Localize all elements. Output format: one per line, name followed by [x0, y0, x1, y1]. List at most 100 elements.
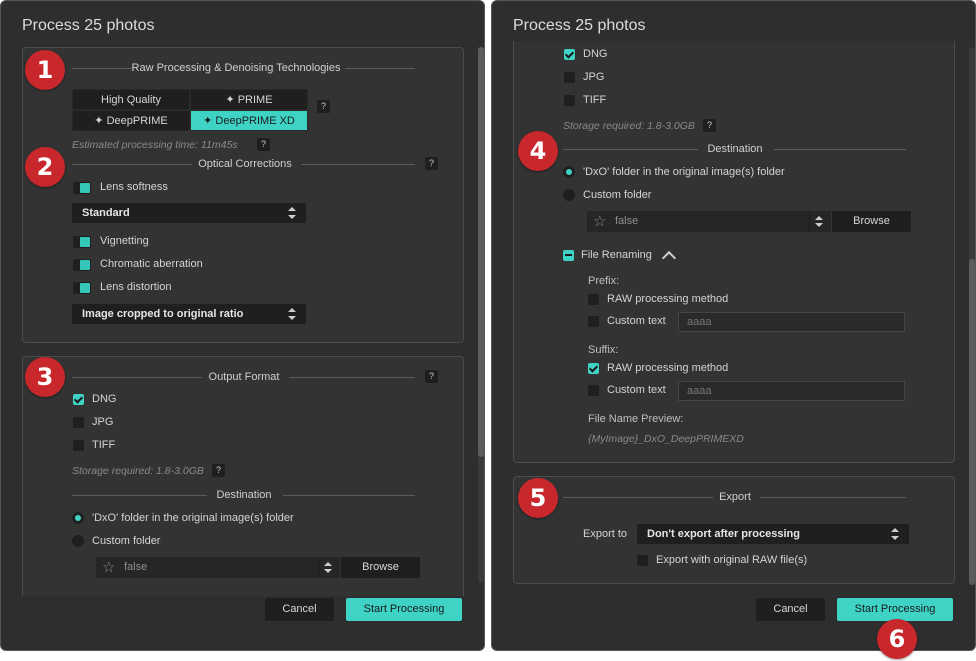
- chromatic-toggle[interactable]: [73, 259, 91, 271]
- vignetting-toggle[interactable]: [73, 236, 91, 248]
- star-icon: ☆: [593, 213, 607, 230]
- custom-folder-field[interactable]: ☆ false: [587, 211, 831, 232]
- divider: [760, 497, 906, 498]
- tiff-checkbox[interactable]: [564, 95, 575, 106]
- star-icon: ☆: [102, 559, 116, 576]
- select-value: Don't export after processing: [647, 528, 800, 540]
- chevron-up-icon[interactable]: [661, 250, 677, 266]
- distortion-toggle[interactable]: [73, 282, 91, 294]
- crop-mode-select[interactable]: Image cropped to original ratio: [72, 304, 306, 324]
- help-icon[interactable]: ?: [317, 100, 330, 113]
- export-panel: Export Export to Don't export after proc…: [513, 476, 955, 584]
- file-renaming-checkbox[interactable]: [563, 250, 574, 261]
- help-icon[interactable]: ?: [425, 370, 438, 383]
- option-prime[interactable]: ✦ PRIME: [190, 89, 308, 110]
- suffix-label: Suffix:: [588, 344, 619, 356]
- preview-label: File Name Preview:: [588, 413, 684, 425]
- select-value: Standard: [82, 207, 130, 219]
- divider: [72, 164, 192, 165]
- lens-softness-toggle[interactable]: [73, 182, 91, 194]
- option-deepprime[interactable]: ✦ DeepPRIME: [72, 110, 190, 131]
- updown-arrows-icon: [288, 307, 296, 321]
- sparkle-icon: ✦: [203, 115, 216, 127]
- option-label: DeepPRIME: [106, 115, 168, 127]
- export-to-select[interactable]: Don't export after processing: [637, 524, 909, 544]
- dng-checkbox[interactable]: [73, 394, 84, 405]
- divider: [72, 377, 202, 378]
- divider: [774, 149, 906, 150]
- option-label: PRIME: [237, 94, 273, 106]
- prefix-raw-label: RAW processing method: [607, 293, 729, 305]
- storage-required: Storage required: 1.8-3.0GB: [563, 120, 695, 132]
- dest-dxo-label: 'DxO' folder in the original image(s) fo…: [92, 512, 294, 524]
- dng-label: DNG: [583, 48, 608, 60]
- tiff-label: TIFF: [92, 439, 116, 451]
- help-icon[interactable]: ?: [703, 119, 716, 132]
- prefix-custom-input[interactable]: aaaa: [678, 312, 905, 332]
- jpg-checkbox[interactable]: [73, 417, 84, 428]
- file-renaming-label: File Renaming: [581, 249, 652, 261]
- suffix-custom-checkbox[interactable]: [588, 385, 599, 396]
- prefix-custom-label: Custom text: [607, 315, 666, 327]
- stepper-arrows-icon[interactable]: [318, 557, 336, 578]
- dest-custom-label: Custom folder: [583, 189, 652, 201]
- sparkle-icon: ✦: [94, 115, 107, 127]
- dng-checkbox[interactable]: [564, 49, 575, 60]
- divider: [563, 497, 713, 498]
- step-badge-1: 1: [25, 50, 65, 90]
- jpg-checkbox[interactable]: [564, 72, 575, 83]
- step-badge-4: 4: [518, 131, 558, 171]
- preview-value: {MyImage}_DxO_DeepPRIMEXD: [588, 433, 744, 445]
- suffix-custom-input[interactable]: aaaa: [678, 381, 905, 401]
- help-icon[interactable]: ?: [212, 464, 225, 477]
- raw-optical-panel: Raw Processing & Denoising Technologies …: [22, 47, 464, 343]
- step-badge-3: 3: [25, 357, 65, 397]
- distortion-label: Lens distortion: [100, 281, 172, 293]
- scrollbar-thumb[interactable]: [969, 259, 975, 585]
- custom-folder-field[interactable]: ☆ false: [96, 557, 340, 578]
- tiff-checkbox[interactable]: [73, 440, 84, 451]
- cancel-button[interactable]: Cancel: [756, 598, 825, 621]
- browse-button[interactable]: Browse: [832, 211, 911, 232]
- prefix-raw-checkbox[interactable]: [588, 294, 599, 305]
- cancel-button[interactable]: Cancel: [265, 598, 334, 621]
- start-processing-button[interactable]: Start Processing: [346, 598, 462, 621]
- divider: [283, 495, 415, 496]
- output-panel: Output Format ? DNG JPG TIFF Storage req…: [22, 356, 464, 596]
- stepper-arrows-icon[interactable]: [809, 211, 827, 232]
- dest-custom-label: Custom folder: [92, 535, 161, 547]
- dest-custom-radio[interactable]: [72, 535, 84, 547]
- start-processing-button[interactable]: Start Processing: [837, 598, 953, 621]
- help-icon[interactable]: ?: [257, 138, 270, 151]
- export-raw-checkbox[interactable]: [637, 555, 648, 566]
- step-badge-2: 2: [25, 147, 65, 187]
- dialog-title: Process 25 photos: [22, 17, 155, 34]
- prefix-label: Prefix:: [588, 275, 620, 287]
- dest-dxo-label: 'DxO' folder in the original image(s) fo…: [583, 166, 785, 178]
- dest-custom-radio[interactable]: [563, 189, 575, 201]
- help-icon[interactable]: ?: [425, 157, 438, 170]
- dialog-title: Process 25 photos: [513, 17, 646, 34]
- output-section-title: Output Format: [208, 371, 280, 383]
- divider: [563, 149, 698, 150]
- export-title: Export: [719, 491, 751, 503]
- optical-section-title: Optical Corrections: [198, 158, 292, 170]
- dest-dxo-radio[interactable]: [563, 166, 575, 178]
- lens-softness-label: Lens softness: [100, 181, 168, 193]
- scrollbar-thumb[interactable]: [478, 47, 484, 457]
- option-deepprime-xd[interactable]: ✦ DeepPRIME XD: [190, 110, 308, 131]
- dng-label: DNG: [92, 393, 117, 405]
- process-dialog-left: Process 25 photos Raw Processing & Denoi…: [0, 0, 485, 651]
- dest-dxo-radio[interactable]: [72, 512, 84, 524]
- softness-mode-select[interactable]: Standard: [72, 203, 306, 223]
- tiff-label: TIFF: [583, 94, 607, 106]
- browse-button[interactable]: Browse: [341, 557, 420, 578]
- suffix-raw-label: RAW processing method: [607, 362, 729, 374]
- divider: [289, 377, 415, 378]
- raw-section-title: Raw Processing & Denoising Technologies: [131, 62, 341, 74]
- step-badge-5: 5: [518, 478, 558, 518]
- suffix-raw-checkbox[interactable]: [588, 363, 599, 374]
- option-high-quality[interactable]: High Quality: [72, 89, 190, 110]
- divider: [301, 164, 415, 165]
- prefix-custom-checkbox[interactable]: [588, 316, 599, 327]
